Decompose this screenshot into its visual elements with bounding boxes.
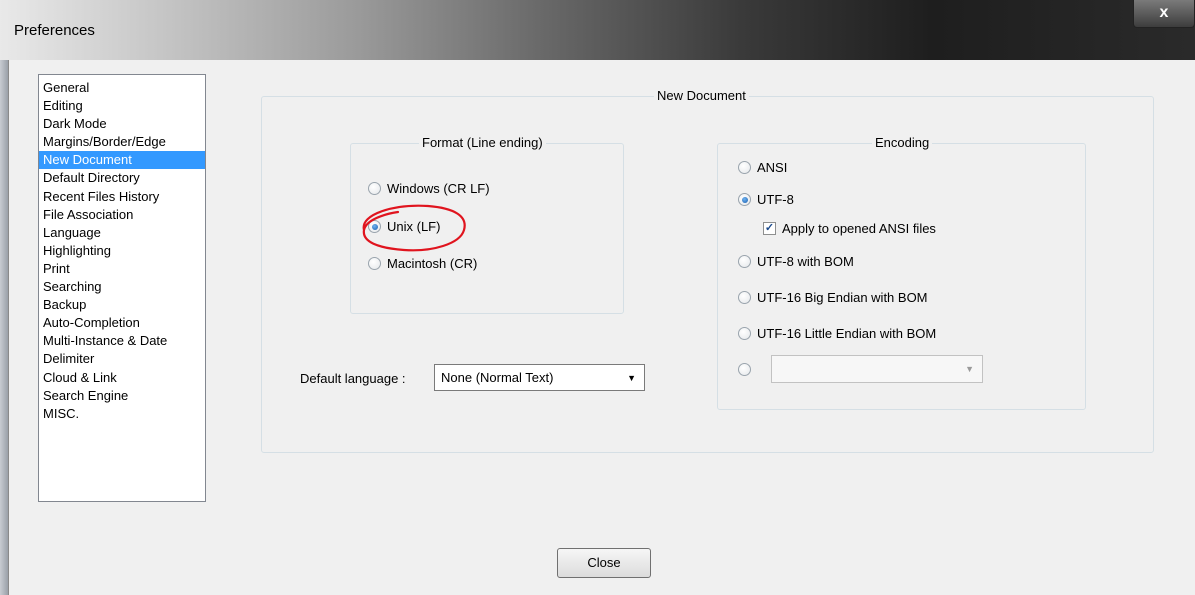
format-windows-option[interactable]: Windows (CR LF)	[368, 181, 490, 196]
format-macintosh-option[interactable]: Macintosh (CR)	[368, 256, 477, 271]
encoding-utf8-bom-label: UTF-8 with BOM	[757, 254, 854, 269]
encoding-utf8-bom-radio[interactable]	[738, 255, 751, 268]
category-general[interactable]: General	[39, 79, 205, 97]
encoding-ansi-radio[interactable]	[738, 161, 751, 174]
encoding-utf16-be-radio[interactable]	[738, 291, 751, 304]
category-recent-files-history[interactable]: Recent Files History	[39, 188, 205, 206]
encoding-utf8-bom-option[interactable]: UTF-8 with BOM	[738, 254, 854, 269]
category-language[interactable]: Language	[39, 224, 205, 242]
category-multi-instance-date[interactable]: Multi-Instance & Date	[39, 332, 205, 350]
encoding-ansi-label: ANSI	[757, 160, 788, 175]
encoding-utf8-radio[interactable]	[738, 193, 751, 206]
format-unix-label: Unix (LF)	[387, 219, 441, 234]
default-language-value: None (Normal Text)	[441, 370, 554, 385]
category-new-document[interactable]: New Document	[39, 151, 205, 170]
encoding-other-radio[interactable]	[738, 363, 751, 376]
category-highlighting[interactable]: Highlighting	[39, 242, 205, 260]
default-language-label: Default language :	[300, 371, 406, 386]
encoding-utf8-option[interactable]: UTF-8	[738, 192, 794, 207]
encoding-other-option[interactable]	[738, 363, 757, 376]
category-delimiter[interactable]: Delimiter	[39, 350, 205, 368]
format-macintosh-label: Macintosh (CR)	[387, 256, 478, 271]
category-cloud-link[interactable]: Cloud & Link	[39, 369, 205, 387]
preferences-category-list[interactable]: General Editing Dark Mode Margins/Border…	[38, 74, 206, 502]
encoding-group-title: Encoding	[872, 135, 933, 150]
format-unix-option[interactable]: Unix (LF)	[368, 219, 440, 234]
close-window-button[interactable]: x	[1133, 0, 1195, 28]
category-backup[interactable]: Backup	[39, 296, 205, 314]
category-margins-border-edge[interactable]: Margins/Border/Edge	[39, 133, 205, 151]
encoding-utf8-label: UTF-8	[757, 192, 794, 207]
category-misc[interactable]: MISC.	[39, 405, 205, 423]
window-frame	[0, 60, 8, 595]
close-button[interactable]: Close	[557, 548, 651, 578]
format-macintosh-radio[interactable]	[368, 257, 381, 270]
chevron-down-icon: ▼	[627, 372, 636, 383]
format-unix-radio[interactable]	[368, 220, 381, 233]
title-bar: Preferences	[0, 0, 1195, 60]
category-default-directory[interactable]: Default Directory	[39, 169, 205, 187]
category-file-association[interactable]: File Association	[39, 206, 205, 224]
category-dark-mode[interactable]: Dark Mode	[39, 115, 205, 133]
format-windows-label: Windows (CR LF)	[387, 181, 490, 196]
format-windows-radio[interactable]	[368, 182, 381, 195]
category-editing[interactable]: Editing	[39, 97, 205, 115]
apply-ansi-label: Apply to opened ANSI files	[782, 221, 936, 236]
encoding-utf16-le-label: UTF-16 Little Endian with BOM	[757, 326, 937, 341]
encoding-ansi-option[interactable]: ANSI	[738, 160, 787, 175]
category-search-engine[interactable]: Search Engine	[39, 387, 205, 405]
category-print[interactable]: Print	[39, 260, 205, 278]
encoding-utf16-le-option[interactable]: UTF-16 Little Endian with BOM	[738, 326, 936, 341]
encoding-utf16-le-radio[interactable]	[738, 327, 751, 340]
category-auto-completion[interactable]: Auto-Completion	[39, 314, 205, 332]
new-document-group-title: New Document	[654, 88, 749, 103]
encoding-utf16-be-label: UTF-16 Big Endian with BOM	[757, 290, 928, 305]
chevron-down-icon: ▼	[965, 364, 974, 374]
format-group-title: Format (Line ending)	[419, 135, 546, 150]
encoding-utf16-be-option[interactable]: UTF-16 Big Endian with BOM	[738, 290, 928, 305]
encoding-other-select[interactable]: ▼	[771, 355, 983, 383]
apply-ansi-checkbox[interactable]: ✓	[763, 222, 776, 235]
default-language-select[interactable]: None (Normal Text) ▼	[434, 364, 645, 391]
window-title: Preferences	[14, 22, 95, 39]
category-searching[interactable]: Searching	[39, 278, 205, 296]
apply-ansi-option[interactable]: ✓ Apply to opened ANSI files	[763, 221, 936, 236]
